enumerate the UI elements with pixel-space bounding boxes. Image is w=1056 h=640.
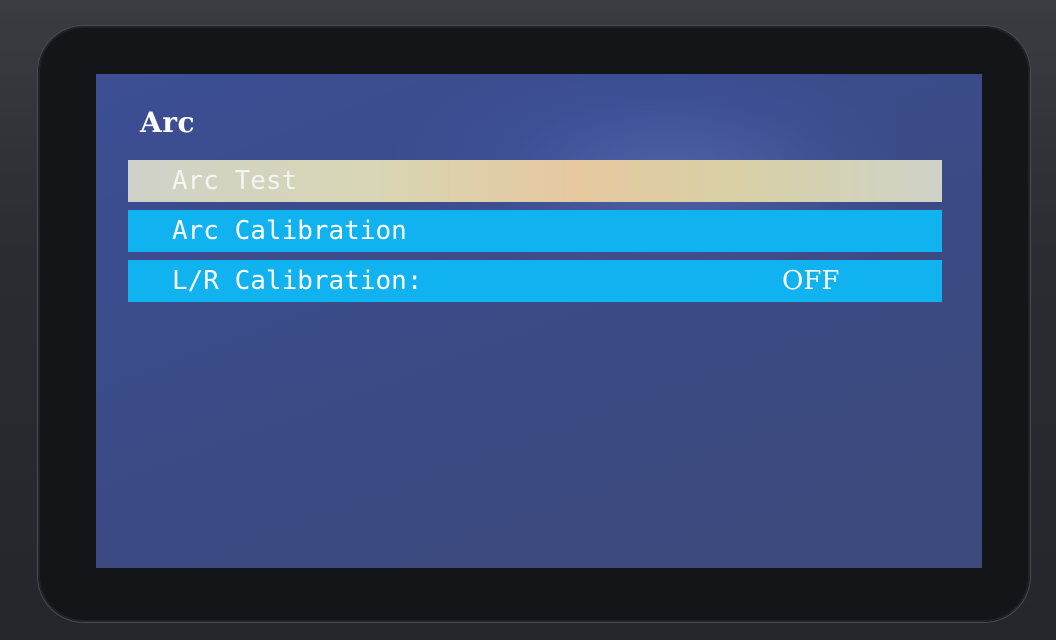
device-body: Arc Arc Test Arc Calibration L/R Calibra… [0,0,1056,640]
menu-item-label: Arc Test [172,166,298,196]
lcd-screen: Arc Arc Test Arc Calibration L/R Calibra… [96,74,982,568]
page-title: Arc [140,106,196,139]
menu-item-lr-calibration[interactable]: L/R Calibration: OFF [128,260,942,302]
lr-calibration-value: OFF [782,266,840,296]
menu-item-arc-calibration[interactable]: Arc Calibration [128,210,942,252]
menu-item-arc-test[interactable]: Arc Test [128,160,942,202]
menu-item-label: Arc Calibration [172,216,407,246]
menu-item-label: L/R Calibration: [172,266,423,296]
